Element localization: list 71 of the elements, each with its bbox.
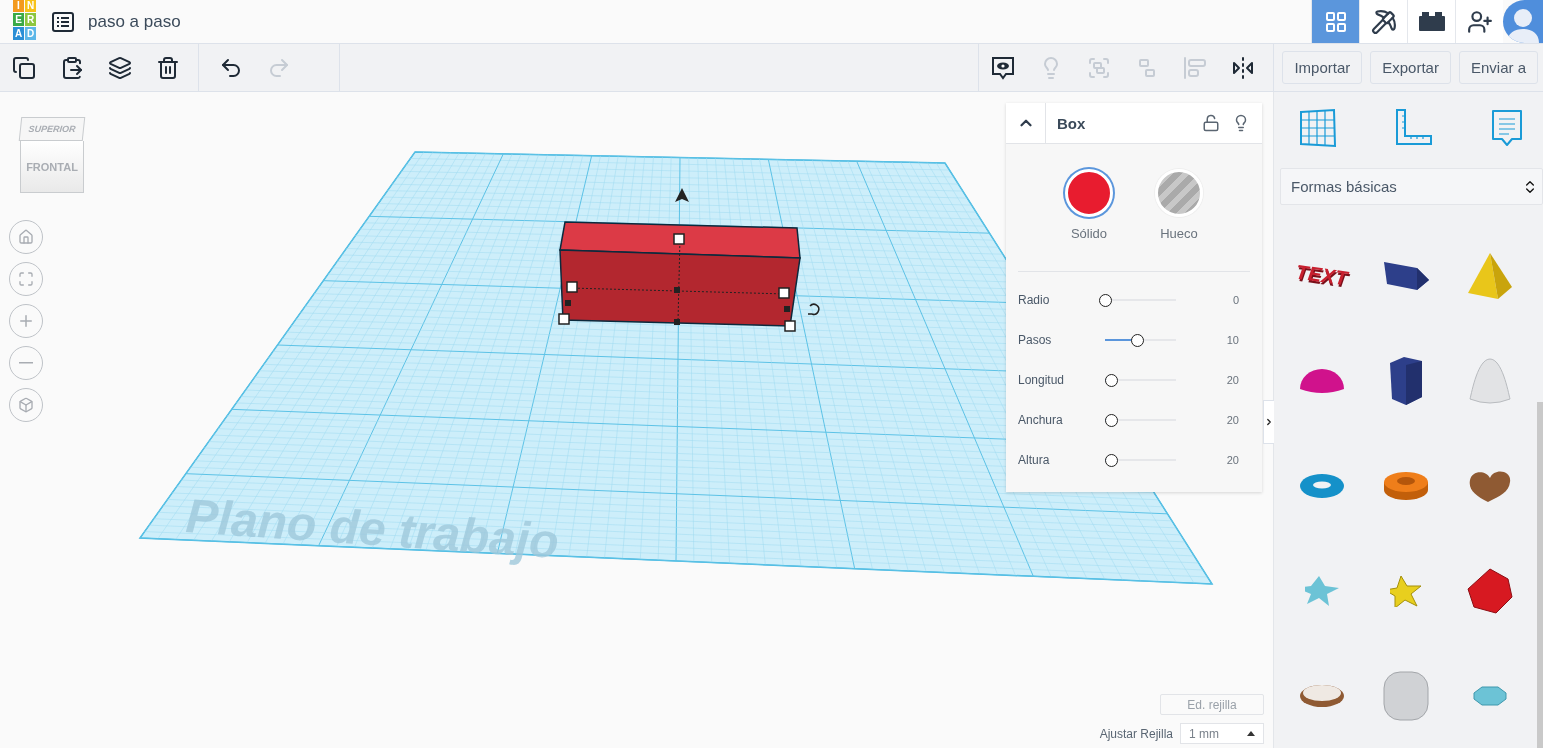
add-user-nav-button[interactable] <box>1455 0 1503 43</box>
param-value: 20 <box>1225 374 1239 386</box>
edit-grid-button[interactable]: Ed. rejilla <box>1160 694 1264 715</box>
slider-thumb[interactable] <box>1104 453 1118 467</box>
param-label: Altura <box>1018 453 1051 467</box>
zoom-in-icon <box>17 312 35 330</box>
workplane-grid-icon <box>1298 108 1338 148</box>
param-value: 20 <box>1225 454 1239 466</box>
option-label: Sólido <box>1070 226 1108 241</box>
param-label: Longitud <box>1018 373 1066 387</box>
unlock-icon[interactable] <box>1202 114 1220 132</box>
pickaxe-nav-button[interactable] <box>1359 0 1407 43</box>
slider-thumb[interactable] <box>1104 373 1118 387</box>
shape-item[interactable]: TEXT <box>1284 223 1360 328</box>
param-label: Pasos <box>1018 333 1053 347</box>
polyhedron-shape-icon <box>1467 567 1513 614</box>
snap-grid-select[interactable]: 1 mm <box>1180 723 1264 744</box>
bricks-nav-button[interactable] <box>1407 0 1455 43</box>
brick-icon <box>1417 11 1446 32</box>
toolbar-action-button[interactable]: Exportar <box>1370 51 1451 84</box>
duplicate-icon <box>108 55 132 80</box>
half-sphere-shape-icon <box>1300 368 1344 393</box>
slider-thumb[interactable] <box>1099 293 1112 307</box>
option-label: Hueco <box>1160 226 1198 241</box>
home-icon <box>18 229 34 245</box>
sidebar-toggle[interactable] <box>1263 400 1275 444</box>
param-value: 20 <box>1225 414 1239 426</box>
list-icon <box>52 11 74 32</box>
solid-option[interactable]: Sólido <box>1065 169 1113 241</box>
hole-option[interactable]: Hueco <box>1155 169 1203 241</box>
paste-icon <box>60 55 84 80</box>
snap-grid-label: Ajustar Rejilla <box>1099 726 1173 741</box>
prism-shape-icon <box>1383 261 1429 290</box>
pickaxe-icon <box>1370 8 1397 35</box>
copy-icon <box>12 55 36 80</box>
scrollbar[interactable] <box>1537 402 1543 748</box>
gem-shape-icon <box>1473 685 1507 706</box>
param-value: 0 <box>1231 294 1239 306</box>
toolbar-action-button[interactable]: Enviar a <box>1458 51 1538 84</box>
text-shape-label: TEXT <box>1294 260 1350 291</box>
star-shape-icon <box>1390 574 1422 607</box>
rounded-cube-shape-icon <box>1383 670 1429 721</box>
flat-star-shape-icon <box>1305 575 1339 606</box>
slider-thumb[interactable] <box>1130 333 1144 347</box>
align-icon <box>1183 55 1208 80</box>
param-label: Anchura <box>1018 413 1064 427</box>
tube-shape-icon <box>1384 471 1428 500</box>
mirror-icon <box>1231 55 1256 80</box>
paraboloid-shape-icon <box>1469 357 1511 404</box>
slider-thumb[interactable] <box>1104 413 1118 427</box>
param-label: Radio <box>1018 293 1051 307</box>
eye-bubble-icon <box>990 54 1017 81</box>
shape-category-select[interactable]: Formas básicas <box>1280 168 1543 205</box>
logo[interactable]: I N E R A D <box>13 0 36 40</box>
view-cube-top-label: SUPERIOR <box>18 117 86 141</box>
torus-shape-icon <box>1300 473 1344 498</box>
design-title[interactable]: paso a paso <box>88 11 181 32</box>
hexagonal-prism-icon <box>1390 356 1422 405</box>
pyramid-shape-icon <box>1468 252 1512 299</box>
chevron-icon <box>1264 416 1274 428</box>
toolbar-action-button[interactable]: Importar <box>1282 51 1363 84</box>
cube-icon <box>18 397 34 413</box>
ring-shape-icon <box>1300 684 1344 707</box>
param-value: 10 <box>1225 334 1239 346</box>
fit-view-icon <box>18 271 34 287</box>
caret-icon <box>1247 731 1255 736</box>
group-icon <box>1087 55 1112 80</box>
grid-icon <box>1323 9 1348 34</box>
add-user-icon <box>1466 8 1493 35</box>
view-cube-front-label: FRONTAL <box>20 141 84 193</box>
trash-icon <box>156 55 180 80</box>
